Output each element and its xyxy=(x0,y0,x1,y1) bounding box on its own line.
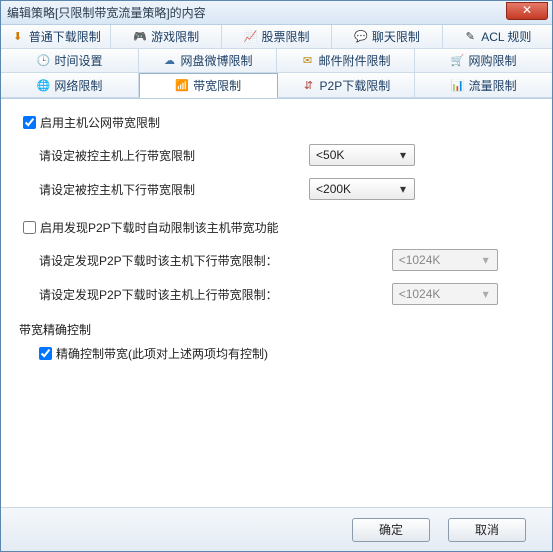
tab-label: 邮件附件限制 xyxy=(318,52,390,69)
chevron-down-icon: ▾ xyxy=(479,287,493,301)
tab-label: 网盘微博限制 xyxy=(180,52,252,69)
tab-网盘微博限制[interactable]: ☁ 网盘微博限制 xyxy=(139,49,277,73)
combo-value: <200K xyxy=(316,182,396,196)
ok-button[interactable]: 确定 xyxy=(352,518,430,542)
tab-content: 启用主机公网带宽限制 请设定被控主机上行带宽限制 <50K ▾ 请设定被控主机下… xyxy=(1,99,552,507)
precise-control-checkbox[interactable]: 精确控制带宽(此项对上述两项均有控制) xyxy=(35,344,268,363)
checkbox-label: 启用主机公网带宽限制 xyxy=(40,114,160,131)
tab-label: 时间设置 xyxy=(54,52,102,69)
tab-网购限制[interactable]: 🛒 网购限制 xyxy=(415,49,552,73)
checkbox-input[interactable] xyxy=(23,221,36,234)
titlebar: 编辑策略[只限制带宽流量策略]的内容 ✕ xyxy=(1,1,552,25)
tab-label: 聊天限制 xyxy=(372,28,420,45)
tab-icon: 🛒 xyxy=(450,54,464,68)
tab-label: 普通下载限制 xyxy=(29,28,101,45)
tab-游戏限制[interactable]: 🎮 游戏限制 xyxy=(111,25,221,49)
tab-label: 网络限制 xyxy=(54,77,102,94)
tab-股票限制[interactable]: 📈 股票限制 xyxy=(222,25,332,49)
tab-label: 流量限制 xyxy=(469,77,517,94)
upload-limit-label: 请设定被控主机上行带宽限制 xyxy=(39,147,195,164)
tab-时间设置[interactable]: 🕒 时间设置 xyxy=(1,49,139,73)
tabs-row: 🕒 时间设置 ☁ 网盘微博限制 ✉ 邮件附件限制 🛒 网购限制 xyxy=(1,49,552,73)
tab-label: ACL 规则 xyxy=(481,28,531,45)
tab-ACL 规则[interactable]: ✎ ACL 规则 xyxy=(443,25,552,49)
checkbox-input[interactable] xyxy=(39,347,52,360)
checkbox-label: 精确控制带宽(此项对上述两项均有控制) xyxy=(56,345,268,362)
combo-value: <50K xyxy=(316,148,396,162)
combo-value: <1024K xyxy=(399,253,479,267)
download-limit-label: 请设定被控主机下行带宽限制 xyxy=(39,181,195,198)
download-limit-combo[interactable]: <200K ▾ xyxy=(309,178,415,200)
tabs-row: 🌐 网络限制 📶 带宽限制 ⇵ P2P下载限制 📊 流量限制 xyxy=(1,73,552,98)
p2p-download-limit-combo[interactable]: <1024K ▾ xyxy=(392,249,498,271)
tab-网络限制[interactable]: 🌐 网络限制 xyxy=(1,73,139,98)
cancel-button[interactable]: 取消 xyxy=(448,518,526,542)
p2p-upload-limit-combo[interactable]: <1024K ▾ xyxy=(392,283,498,305)
tab-普通下载限制[interactable]: ⬇ 普通下载限制 xyxy=(1,25,111,49)
tab-icon: ✉ xyxy=(300,54,314,68)
tab-流量限制[interactable]: 📊 流量限制 xyxy=(415,73,552,98)
tab-label: 网购限制 xyxy=(468,52,516,69)
dialog-footer: 确定 取消 xyxy=(1,507,552,551)
tab-icon: 🕒 xyxy=(36,54,50,68)
tab-icon: ⬇ xyxy=(11,30,25,44)
chevron-down-icon: ▾ xyxy=(396,148,410,162)
tabs-row: ⬇ 普通下载限制 🎮 游戏限制 📈 股票限制 💬 聊天限制 ✎ ACL 规则 xyxy=(1,25,552,49)
checkbox-input[interactable] xyxy=(23,116,36,129)
tab-icon: 💬 xyxy=(354,30,368,44)
dialog-window: 编辑策略[只限制带宽流量策略]的内容 ✕ ⬇ 普通下载限制 🎮 游戏限制 📈 股票限制 💬 聊… xyxy=(0,0,553,552)
tab-带宽限制[interactable]: 📶 带宽限制 xyxy=(139,73,278,98)
tab-label: 游戏限制 xyxy=(151,28,199,45)
tab-icon: 🌐 xyxy=(36,78,50,92)
tab-icon: ⇵ xyxy=(302,78,316,92)
enable-p2p-auto-checkbox[interactable]: 启用发现P2P下载时自动限制该主机带宽功能 xyxy=(19,218,279,237)
checkbox-label: 启用发现P2P下载时自动限制该主机带宽功能 xyxy=(40,219,279,236)
combo-value: <1024K xyxy=(399,287,479,301)
tab-label: 股票限制 xyxy=(262,28,310,45)
close-button[interactable]: ✕ xyxy=(506,2,548,20)
precise-control-title: 带宽精确控制 xyxy=(19,321,534,338)
tab-label: 带宽限制 xyxy=(193,77,241,94)
tab-icon: 📊 xyxy=(451,78,465,92)
tab-label: P2P下载限制 xyxy=(320,77,391,94)
enable-public-bandwidth-checkbox[interactable]: 启用主机公网带宽限制 xyxy=(19,113,160,132)
tab-strip: ⬇ 普通下载限制 🎮 游戏限制 📈 股票限制 💬 聊天限制 ✎ ACL 规则 🕒 时间设置 ☁ 网盘微博限… xyxy=(1,25,552,99)
window-title: 编辑策略[只限制带宽流量策略]的内容 xyxy=(7,4,546,21)
tab-icon: 📶 xyxy=(175,79,189,93)
tab-P2P下载限制[interactable]: ⇵ P2P下载限制 xyxy=(278,73,416,98)
upload-limit-combo[interactable]: <50K ▾ xyxy=(309,144,415,166)
close-icon: ✕ xyxy=(522,3,532,17)
tab-icon: ☁ xyxy=(162,54,176,68)
chevron-down-icon: ▾ xyxy=(396,182,410,196)
tab-icon: 📈 xyxy=(244,30,258,44)
p2p-download-limit-label: 请设定发现P2P下载时该主机下行带宽限制： xyxy=(39,252,278,269)
tab-邮件附件限制[interactable]: ✉ 邮件附件限制 xyxy=(277,49,415,73)
tab-icon: 🎮 xyxy=(133,30,147,44)
tab-聊天限制[interactable]: 💬 聊天限制 xyxy=(332,25,442,49)
p2p-upload-limit-label: 请设定发现P2P下载时该主机上行带宽限制： xyxy=(39,286,278,303)
chevron-down-icon: ▾ xyxy=(479,253,493,267)
tab-icon: ✎ xyxy=(463,30,477,44)
